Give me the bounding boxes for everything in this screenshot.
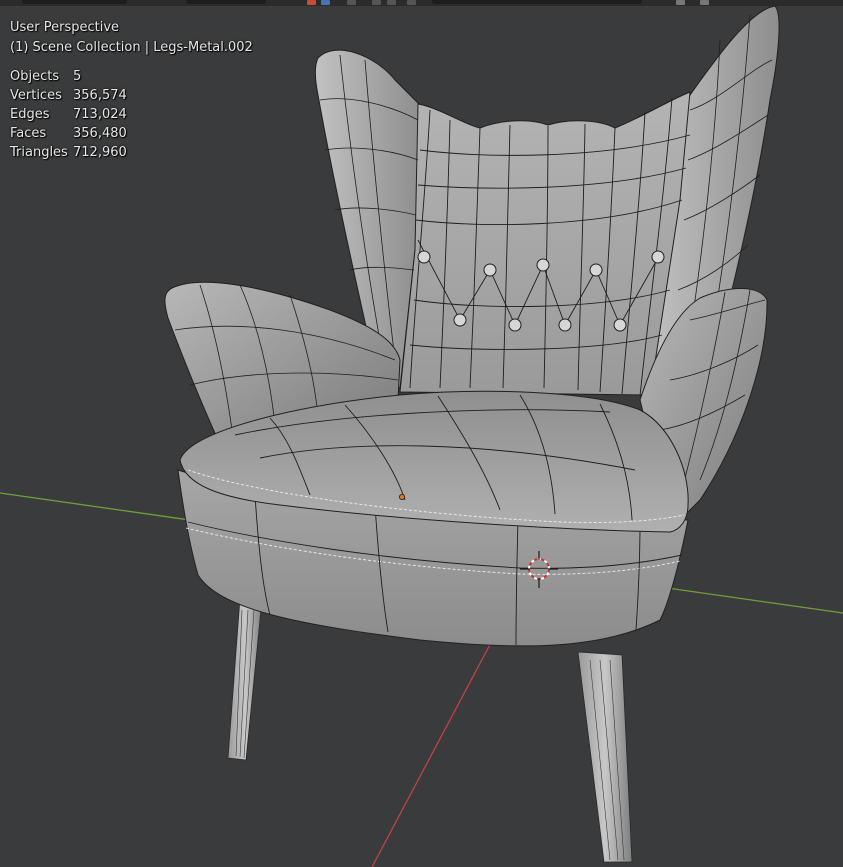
front-leg-right[interactable]: [577, 651, 633, 863]
header-field[interactable]: [432, 0, 642, 4]
stat-value: 712,960: [73, 145, 127, 160]
stat-row-vertices: Vertices 356,574: [10, 86, 253, 105]
stat-label: Faces: [10, 126, 47, 141]
object-origin-icon[interactable]: [398, 493, 405, 500]
collection-info: (1) Scene Collection | Legs-Metal.002: [10, 40, 253, 55]
header-tool-icon[interactable]: [700, 0, 709, 5]
header-field[interactable]: [186, 0, 266, 4]
viewport-header[interactable]: [0, 0, 843, 6]
stat-value: 5: [73, 69, 82, 84]
stat-row-faces: Faces 356,480: [10, 124, 253, 143]
3d-viewport[interactable]: User Perspective (1) Scene Collection | …: [0, 0, 843, 867]
view-name: User Perspective: [10, 20, 120, 35]
stat-label: Triangles: [10, 145, 68, 160]
header-tool-icon[interactable]: [372, 0, 381, 5]
header-tool-icon[interactable]: [676, 0, 685, 5]
header-tool-icon[interactable]: [387, 0, 396, 5]
stat-row-objects: Objects 5: [10, 67, 253, 86]
header-tool-icon[interactable]: [347, 0, 356, 5]
back-leg-left[interactable]: [227, 597, 263, 761]
stat-value: 356,574: [73, 88, 127, 103]
header-tool-icon[interactable]: [321, 0, 330, 5]
stat-value: 356,480: [73, 126, 127, 141]
header-tool-icon[interactable]: [307, 0, 316, 5]
stat-row-edges: Edges 713,024: [10, 105, 253, 124]
header-field[interactable]: [22, 0, 127, 4]
header-tool-icon[interactable]: [407, 0, 416, 5]
viewport-text-overlay: User Perspective (1) Scene Collection | …: [10, 18, 253, 162]
grid-x-axis: [371, 619, 504, 867]
stat-label: Objects: [10, 69, 60, 84]
stat-row-triangles: Triangles 712,960: [10, 143, 253, 162]
scene-statistics: Objects 5 Vertices 356,574 Edges 713,024…: [10, 67, 253, 162]
stat-value: 713,024: [73, 107, 127, 122]
stat-label: Vertices: [10, 88, 62, 103]
stat-label: Edges: [10, 107, 50, 122]
